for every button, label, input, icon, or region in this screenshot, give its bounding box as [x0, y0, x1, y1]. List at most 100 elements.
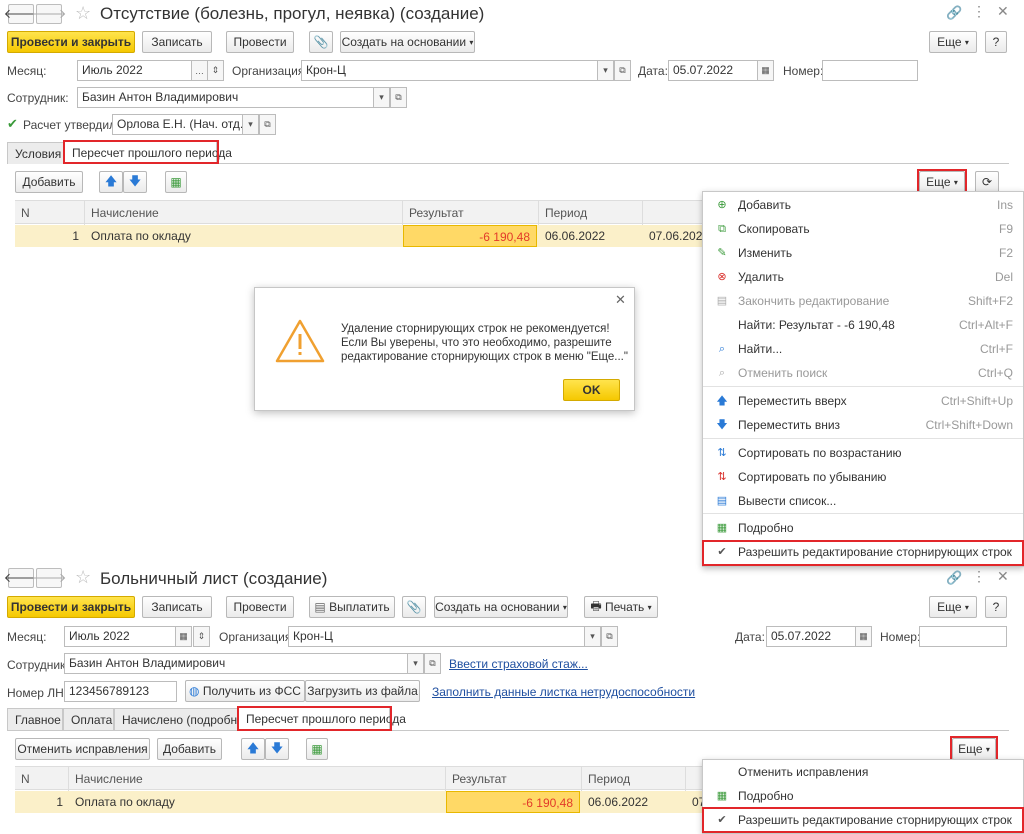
post-close-button[interactable]: Провести и закрыть	[7, 596, 135, 618]
employee-dropdown[interactable]: ▾	[407, 653, 424, 674]
ok-button[interactable]: OK	[563, 379, 620, 401]
period-from-cell[interactable]: 06.06.2022	[539, 225, 643, 247]
tab-recalc-prev-period[interactable]: Пересчет прошлого периода	[64, 141, 232, 164]
close-icon[interactable]: ✕	[997, 3, 1009, 20]
month-select-button[interactable]: …	[191, 60, 208, 81]
refresh-button[interactable]: ⟳	[975, 171, 999, 193]
create-based-button[interactable]: Создать на основании ▾	[434, 596, 568, 618]
add-row-button[interactable]: Добавить	[15, 171, 83, 193]
number-input[interactable]	[822, 60, 918, 81]
forward-button[interactable]: 🡒	[32, 568, 66, 588]
fill-data-link[interactable]: Заполнить данные листка нетрудоспособнос…	[432, 685, 695, 699]
help-button[interactable]: ?	[985, 31, 1007, 53]
table-more-button[interactable]: Еще ▾	[952, 738, 996, 760]
result-cell[interactable]: -6 190,48	[446, 791, 580, 813]
month-input[interactable]: Июль 2022	[77, 60, 192, 81]
post-close-button[interactable]: Провести и закрыть	[7, 31, 135, 53]
org-dropdown[interactable]: ▾	[584, 626, 601, 647]
move-up-button[interactable]: 🡅	[241, 738, 265, 760]
menu-item[interactable]: ✔ Разрешить редактирование сторнирующих с…	[703, 808, 1023, 832]
attach-button[interactable]: 📎	[309, 31, 333, 53]
accrual-cell[interactable]: Оплата по окладу	[85, 225, 403, 247]
org-input[interactable]: Крон-Ц	[288, 626, 585, 647]
employee-open-button[interactable]: ⧉	[390, 87, 407, 108]
more-dots-icon[interactable]: ⋮	[972, 3, 986, 20]
star-icon[interactable]: ☆	[75, 3, 91, 24]
employee-input[interactable]: Базин Антон Владимирович	[64, 653, 408, 674]
attach-button[interactable]: 📎	[402, 596, 426, 618]
ln-input[interactable]: 123456789123	[64, 681, 177, 702]
add-row-button[interactable]: Добавить	[157, 738, 222, 760]
org-input[interactable]: Крон-Ц	[301, 60, 598, 81]
menu-item[interactable]: ⌕ Найти... Ctrl+F	[703, 337, 1023, 361]
month-stepper[interactable]: ⇕	[207, 60, 224, 81]
print-button[interactable]: 🖶 Печать ▾	[584, 596, 658, 618]
menu-item[interactable]: ▤ Закончить редактирование Shift+F2	[703, 289, 1023, 313]
calendar-icon[interactable]: ▦	[175, 626, 192, 647]
column-header[interactable]: Начисление	[69, 767, 446, 791]
column-header[interactable]: Период	[539, 201, 643, 225]
org-dropdown[interactable]: ▾	[597, 60, 614, 81]
org-open-button[interactable]: ⧉	[601, 626, 618, 647]
tab-recalc-prev-period[interactable]: Пересчет прошлого периода	[238, 707, 406, 731]
approved-checkbox[interactable]: ✔	[7, 117, 20, 130]
employee-open-button[interactable]: ⧉	[424, 653, 441, 674]
save-button[interactable]: Записать	[142, 596, 212, 618]
pay-button[interactable]: ▤ Выплатить	[309, 596, 395, 618]
column-header[interactable]: Начисление	[85, 201, 403, 225]
create-based-button[interactable]: Создать на основании ▾	[340, 31, 475, 53]
approved-dropdown[interactable]: ▾	[242, 114, 259, 135]
menu-item[interactable]: Отменить исправления	[703, 760, 1023, 784]
close-icon[interactable]: ✕	[615, 292, 626, 308]
menu-item[interactable]: ⊕ Добавить Ins	[703, 193, 1023, 217]
move-down-button[interactable]: 🡇	[265, 738, 289, 760]
details-button[interactable]: ▦	[306, 738, 328, 760]
more-button[interactable]: Еще ▾	[929, 596, 977, 618]
save-button[interactable]: Записать	[142, 31, 212, 53]
table-more-button[interactable]: Еще ▾	[919, 171, 965, 193]
post-button[interactable]: Провести	[226, 596, 294, 618]
date-input[interactable]: 05.07.2022	[766, 626, 856, 647]
menu-item[interactable]: ▦ Подробно	[703, 516, 1023, 540]
menu-item[interactable]: ✔ Разрешить редактирование сторнирующих с…	[703, 540, 1023, 564]
table-row[interactable]: 1 Оплата по окладу -6 190,48 06.06.2022 …	[15, 225, 715, 247]
forward-button[interactable]: 🡒	[32, 4, 66, 24]
accrual-cell[interactable]: Оплата по окладу	[69, 791, 446, 813]
back-button[interactable]: 🡐	[4, 568, 38, 588]
insurance-link[interactable]: Ввести страховой стаж...	[449, 657, 588, 671]
column-header[interactable]: N	[15, 767, 69, 791]
link-icon[interactable]: 🔗	[946, 570, 962, 586]
menu-item[interactable]: 🡅 Переместить вверх Ctrl+Shift+Up	[703, 389, 1023, 413]
star-icon[interactable]: ☆	[75, 567, 91, 588]
column-header[interactable]: Результат	[446, 767, 582, 791]
close-icon[interactable]: ✕	[997, 568, 1009, 585]
help-button[interactable]: ?	[985, 596, 1007, 618]
menu-item[interactable]: ⇅ Сортировать по убыванию	[703, 465, 1023, 489]
menu-item[interactable]: ✎ Изменить F2	[703, 241, 1023, 265]
month-stepper[interactable]: ⇕	[193, 626, 210, 647]
column-header[interactable]: Период	[582, 767, 686, 791]
link-icon[interactable]: 🔗	[946, 5, 962, 21]
number-input[interactable]	[919, 626, 1007, 647]
move-down-button[interactable]: 🡇	[123, 171, 147, 193]
get-fss-button[interactable]: ◍ Получить из ФСС	[185, 680, 305, 702]
column-header[interactable]: Результат	[403, 201, 539, 225]
menu-item[interactable]: ▤ Вывести список...	[703, 489, 1023, 513]
approved-input[interactable]: Орлова Е.Н. (Нач. отд. ра	[112, 114, 243, 135]
details-button[interactable]: ▦	[165, 171, 187, 193]
result-cell[interactable]: -6 190,48	[403, 225, 537, 247]
cancel-fix-button[interactable]: Отменить исправления	[15, 738, 150, 760]
approved-open-button[interactable]: ⧉	[259, 114, 276, 135]
move-up-button[interactable]: 🡅	[99, 171, 123, 193]
menu-item[interactable]: Найти: Результат - -6 190,48 Ctrl+Alt+F	[703, 313, 1023, 337]
menu-item[interactable]: ⧉ Скопировать F9	[703, 217, 1023, 241]
back-button[interactable]: 🡐	[4, 4, 38, 24]
more-dots-icon[interactable]: ⋮	[972, 568, 986, 585]
more-button[interactable]: Еще ▾	[929, 31, 977, 53]
tab-payment[interactable]: Оплата	[63, 708, 114, 730]
calendar-icon[interactable]: ▦	[855, 626, 872, 647]
menu-item[interactable]: ⇅ Сортировать по возрастанию	[703, 441, 1023, 465]
tab-accrued-details[interactable]: Начислено (подробно)	[114, 708, 248, 730]
table-row[interactable]: 1 Оплата по окладу -6 190,48 06.06.2022 …	[15, 791, 715, 813]
date-input[interactable]: 05.07.2022	[668, 60, 758, 81]
